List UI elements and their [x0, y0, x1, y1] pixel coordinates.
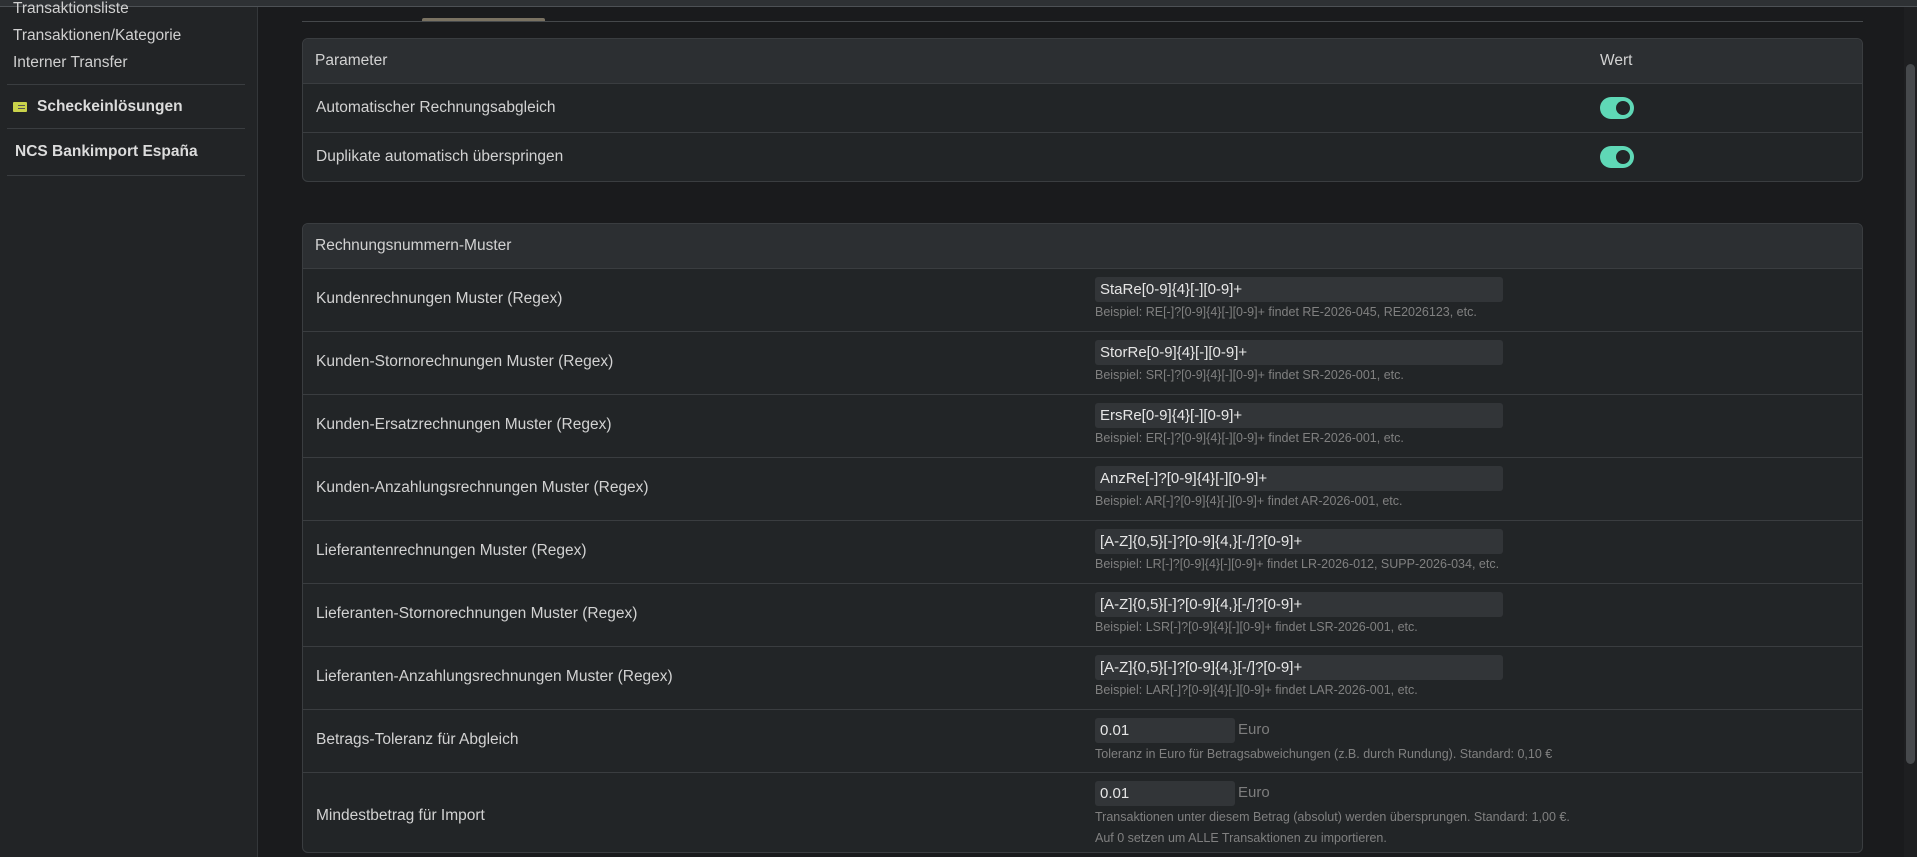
hint-text: Beispiel: RE[-]?[0-9]{4}[-][0-9]+ findet…	[1095, 305, 1477, 319]
unit-label: Euro	[1238, 784, 1270, 801]
regex-input[interactable]: AnzRe[-]?[0-9]{4}[-][0-9]+	[1095, 466, 1503, 491]
header-wert: Wert	[1600, 52, 1633, 69]
table-row: Kunden-Anzahlungsrechnungen Muster (Rege…	[303, 458, 1862, 521]
hint-text: Beispiel: ER[-]?[0-9]{4}[-][0-9]+ findet…	[1095, 431, 1404, 445]
regex-input[interactable]: [A-Z]{0,5}[-]?[0-9]{4,}[-/]?[0-9]+	[1095, 529, 1503, 554]
table-row: Duplikate automatisch überspringen	[303, 133, 1862, 181]
section-title: Rechnungsnummern-Muster	[315, 237, 512, 254]
top-bar	[0, 0, 1917, 7]
hint-text: Toleranz in Euro für Betragsabweichungen…	[1095, 747, 1553, 761]
amount-input[interactable]: 0.01	[1095, 718, 1235, 743]
hint-text: Transaktionen unter diesem Betrag (absol…	[1095, 810, 1570, 845]
row-label: Automatischer Rechnungsabgleich	[316, 99, 556, 116]
regex-input[interactable]: StorRe[0-9]{4}[-][0-9]+	[1095, 340, 1503, 365]
table-row: Lieferantenrechnungen Muster (Regex) [A-…	[303, 521, 1862, 584]
row-label: Duplikate automatisch überspringen	[316, 148, 564, 165]
check-icon	[13, 101, 27, 112]
row-label: Lieferanten-Stornorechnungen Muster (Reg…	[316, 605, 638, 622]
table-header: Rechnungsnummern-Muster	[303, 224, 1862, 269]
auto-match-toggle[interactable]	[1600, 97, 1634, 119]
table-row: Lieferanten-Stornorechnungen Muster (Reg…	[303, 584, 1862, 647]
table-row: Kundenrechnungen Muster (Regex) StaRe[0-…	[303, 269, 1862, 332]
sidebar-item-transaktionen-kategorie[interactable]: Transaktionen/Kategorie	[13, 27, 181, 45]
sidebar-item-ncs-bankimport[interactable]: NCS Bankimport España	[15, 143, 198, 161]
hint-text: Beispiel: LR[-]?[0-9]{4}[-][0-9]+ findet…	[1095, 557, 1500, 571]
hint-text: Beispiel: AR[-]?[0-9]{4}[-][0-9]+ findet…	[1095, 494, 1403, 508]
tab-bar-line	[302, 21, 1863, 22]
regex-input[interactable]: StaRe[0-9]{4}[-][0-9]+	[1095, 277, 1503, 302]
sidebar-item-label: Scheckeinlösungen	[37, 98, 183, 115]
regex-input[interactable]: [A-Z]{0,5}[-]?[0-9]{4,}[-/]?[0-9]+	[1095, 655, 1503, 680]
table-row: Automatischer Rechnungsabgleich	[303, 84, 1862, 133]
invoice-pattern-table: Rechnungsnummern-Muster Kundenrechnungen…	[302, 223, 1863, 853]
row-label: Lieferanten-Anzahlungsrechnungen Muster …	[316, 668, 673, 685]
row-label: Mindestbetrag für Import	[316, 807, 485, 824]
table-row: Kunden-Stornorechnungen Muster (Regex) S…	[303, 332, 1862, 395]
sidebar-item-scheckeinloesungen[interactable]: Scheckeinlösungen	[13, 98, 183, 116]
row-label: Kundenrechnungen Muster (Regex)	[316, 290, 563, 307]
hint-text: Beispiel: SR[-]?[0-9]{4}[-][0-9]+ findet…	[1095, 368, 1404, 382]
skip-duplicates-toggle[interactable]	[1600, 146, 1634, 168]
divider	[7, 84, 245, 85]
scrollbar-thumb[interactable]	[1906, 64, 1915, 764]
regex-input[interactable]: [A-Z]{0,5}[-]?[0-9]{4,}[-/]?[0-9]+	[1095, 592, 1503, 617]
table-row: Mindestbetrag für Import 0.01 Euro Trans…	[303, 773, 1862, 848]
table-row: Lieferanten-Anzahlungsrechnungen Muster …	[303, 647, 1862, 710]
scrollbar[interactable]	[1904, 7, 1917, 857]
table-row: Kunden-Ersatzrechnungen Muster (Regex) E…	[303, 395, 1862, 458]
row-label: Kunden-Anzahlungsrechnungen Muster (Rege…	[316, 479, 649, 496]
row-label: Kunden-Stornorechnungen Muster (Regex)	[316, 353, 614, 370]
hint-text: Beispiel: LSR[-]?[0-9]{4}[-][0-9]+ finde…	[1095, 620, 1418, 634]
sidebar: Transaktionsliste Transaktionen/Kategori…	[0, 0, 258, 857]
amount-input[interactable]: 0.01	[1095, 781, 1235, 806]
table-header: Parameter Wert	[303, 39, 1862, 84]
header-parameter: Parameter	[315, 52, 388, 69]
sidebar-item-interner-transfer[interactable]: Interner Transfer	[13, 54, 128, 72]
row-label: Kunden-Ersatzrechnungen Muster (Regex)	[316, 416, 612, 433]
sidebar-item-transaktionsliste[interactable]: Transaktionsliste	[13, 0, 129, 18]
divider	[7, 128, 245, 129]
divider	[7, 175, 245, 176]
parameter-table: Parameter Wert Automatischer Rechnungsab…	[302, 38, 1863, 182]
row-label: Lieferantenrechnungen Muster (Regex)	[316, 542, 587, 559]
hint-text: Beispiel: LAR[-]?[0-9]{4}[-][0-9]+ finde…	[1095, 683, 1418, 697]
tab-active-indicator[interactable]	[422, 18, 545, 21]
row-label: Betrags-Toleranz für Abgleich	[316, 731, 519, 748]
unit-label: Euro	[1238, 721, 1270, 738]
regex-input[interactable]: ErsRe[0-9]{4}[-][0-9]+	[1095, 403, 1503, 428]
table-row: Betrags-Toleranz für Abgleich 0.01 Euro …	[303, 710, 1862, 773]
